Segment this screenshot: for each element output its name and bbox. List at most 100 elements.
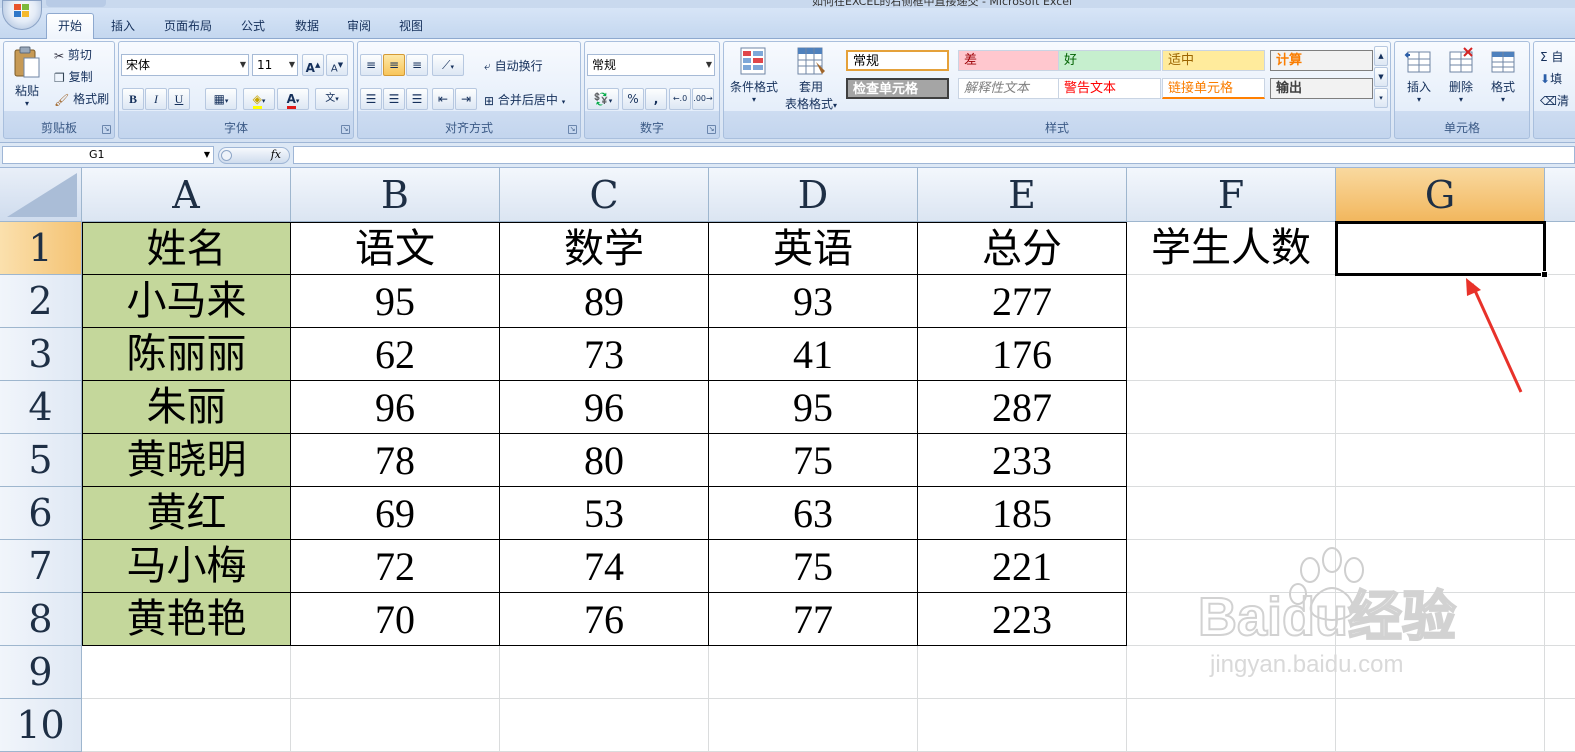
increase-indent-button[interactable]: ⇥: [455, 88, 477, 110]
select-all-button[interactable]: [0, 168, 82, 222]
tab-home[interactable]: 开始: [46, 13, 94, 40]
merge-center-button[interactable]: ⊞ 合并后居中 ▾: [484, 91, 565, 108]
cell-E3[interactable]: 176: [918, 328, 1127, 381]
cell-D8[interactable]: 77: [709, 593, 918, 646]
autosum-button[interactable]: Σ 自: [1540, 48, 1563, 65]
cell-style-0[interactable]: 常规: [846, 50, 949, 71]
cell-C10[interactable]: [500, 699, 709, 752]
decrease-decimal-button[interactable]: .00→: [692, 88, 714, 110]
column-header-d[interactable]: D: [709, 168, 918, 222]
cell-D4[interactable]: 95: [709, 381, 918, 434]
align-top-button[interactable]: ≡: [360, 54, 382, 76]
cell-F9[interactable]: [1127, 646, 1336, 699]
cell-C8[interactable]: 76: [500, 593, 709, 646]
cell-D5[interactable]: 75: [709, 434, 918, 487]
cell-G7[interactable]: [1336, 540, 1545, 593]
cell-C3[interactable]: 73: [500, 328, 709, 381]
cell-E5[interactable]: 233: [918, 434, 1127, 487]
cell-F5[interactable]: [1127, 434, 1336, 487]
fill-button[interactable]: ⬇填: [1540, 70, 1562, 87]
cell-B9[interactable]: [291, 646, 500, 699]
delete-cells-button[interactable]: 删除 ▾: [1441, 46, 1481, 104]
align-middle-button[interactable]: ≡: [383, 54, 405, 76]
column-header-g[interactable]: G: [1336, 168, 1545, 222]
borders-button[interactable]: ▦▾: [205, 88, 237, 110]
column-header-b[interactable]: B: [291, 168, 500, 222]
cell-F6[interactable]: [1127, 487, 1336, 540]
align-center-button[interactable]: ☰: [383, 88, 405, 110]
cell-D10[interactable]: [709, 699, 918, 752]
cell-B6[interactable]: 69: [291, 487, 500, 540]
row-header-5[interactable]: 5: [0, 434, 82, 487]
fill-handle[interactable]: [1541, 271, 1548, 278]
cell-style-3[interactable]: 适中: [1162, 50, 1265, 71]
grow-font-button[interactable]: A▲: [302, 54, 324, 76]
format-painter-button[interactable]: 🖌 格式刷: [54, 90, 109, 107]
clear-button[interactable]: ⌫清: [1540, 92, 1569, 109]
cell-D9[interactable]: [709, 646, 918, 699]
cell-D3[interactable]: 41: [709, 328, 918, 381]
cell-E4[interactable]: 287: [918, 381, 1127, 434]
tab-page-layout[interactable]: 页面布局: [152, 16, 224, 39]
clipboard-launcher-icon[interactable]: ↘: [102, 125, 111, 134]
font-name-select[interactable]: 宋体 ▼: [121, 54, 249, 76]
cell-C6[interactable]: 53: [500, 487, 709, 540]
cell-F4[interactable]: [1127, 381, 1336, 434]
cell-E8[interactable]: 223: [918, 593, 1127, 646]
accounting-format-button[interactable]: 💱▾: [587, 88, 619, 110]
align-bottom-button[interactable]: ≡: [406, 54, 428, 76]
cell-style-1[interactable]: 差: [958, 50, 1061, 71]
formula-input[interactable]: [293, 146, 1575, 164]
tab-data[interactable]: 数据: [284, 16, 330, 39]
cell-A1[interactable]: 姓名: [82, 222, 291, 275]
cell-H2[interactable]: [1545, 275, 1575, 328]
cell-style-2[interactable]: 好: [1058, 50, 1161, 71]
cell-F8[interactable]: [1127, 593, 1336, 646]
align-left-button[interactable]: ☰: [360, 88, 382, 110]
column-header-a[interactable]: A: [82, 168, 291, 222]
row-header-10[interactable]: 10: [0, 699, 82, 752]
cell-B1[interactable]: 语文: [291, 222, 500, 275]
cell-B2[interactable]: 95: [291, 275, 500, 328]
alignment-launcher-icon[interactable]: ↘: [568, 125, 577, 134]
cell-H5[interactable]: [1545, 434, 1575, 487]
cell-D1[interactable]: 英语: [709, 222, 918, 275]
gallery-more-button[interactable]: ▾: [1374, 88, 1388, 108]
cell-C4[interactable]: 96: [500, 381, 709, 434]
cell-H8[interactable]: [1545, 593, 1575, 646]
cell-D6[interactable]: 63: [709, 487, 918, 540]
row-header-2[interactable]: 2: [0, 275, 82, 328]
number-launcher-icon[interactable]: ↘: [707, 125, 716, 134]
insert-function-button[interactable]: fx: [218, 147, 290, 164]
cell-D2[interactable]: 93: [709, 275, 918, 328]
cell-A6[interactable]: 黄红: [82, 487, 291, 540]
cell-G6[interactable]: [1336, 487, 1545, 540]
font-size-select[interactable]: 11 ▼: [252, 54, 298, 76]
cell-A9[interactable]: [82, 646, 291, 699]
format-as-table-button[interactable]: 套用 表格格式▾: [782, 46, 840, 112]
percent-button[interactable]: %: [622, 88, 644, 110]
bold-button[interactable]: B: [122, 88, 144, 110]
row-header-1[interactable]: 1: [0, 222, 82, 275]
cell-C9[interactable]: [500, 646, 709, 699]
cell-A2[interactable]: 小马来: [82, 275, 291, 328]
cell-G10[interactable]: [1336, 699, 1545, 752]
font-launcher-icon[interactable]: ↘: [341, 125, 350, 134]
italic-button[interactable]: I: [145, 88, 167, 110]
cell-B4[interactable]: 96: [291, 381, 500, 434]
cell-style-8[interactable]: 链接单元格: [1162, 78, 1265, 99]
wrap-text-button[interactable]: ⤶ 自动换行: [484, 57, 543, 74]
cell-C2[interactable]: 89: [500, 275, 709, 328]
format-cells-button[interactable]: 格式 ▾: [1483, 46, 1523, 104]
increase-decimal-button[interactable]: ←.0: [669, 88, 691, 110]
row-header-6[interactable]: 6: [0, 487, 82, 540]
cell-H10[interactable]: [1545, 699, 1575, 752]
cut-button[interactable]: ✂ 剪切: [54, 46, 92, 63]
paste-button[interactable]: 粘贴 ▾: [10, 46, 44, 108]
cell-C1[interactable]: 数学: [500, 222, 709, 275]
cell-A3[interactable]: 陈丽丽: [82, 328, 291, 381]
cell-E10[interactable]: [918, 699, 1127, 752]
column-header-f[interactable]: F: [1127, 168, 1336, 222]
cell-style-9[interactable]: 输出: [1270, 78, 1373, 99]
cell-C7[interactable]: 74: [500, 540, 709, 593]
